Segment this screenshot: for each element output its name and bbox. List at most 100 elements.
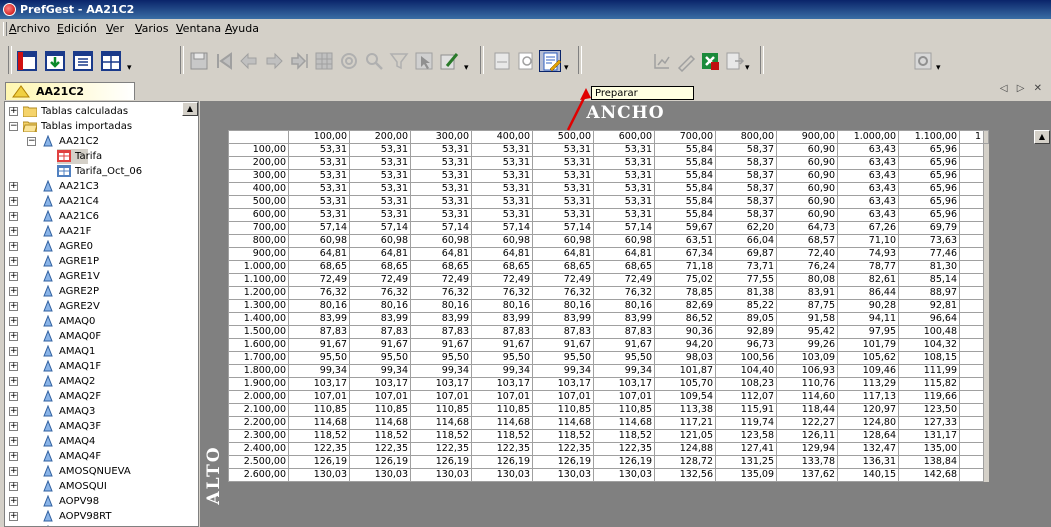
price-cell[interactable]: 87,83 <box>532 325 594 339</box>
price-cell[interactable]: 95,50 <box>288 351 350 365</box>
price-cell[interactable]: 123,58 <box>715 429 777 443</box>
price-cell[interactable]: 87,83 <box>410 325 472 339</box>
price-cell[interactable]: 99,34 <box>593 364 655 378</box>
dropdown-arrow[interactable]: ▾ <box>464 63 469 73</box>
expand-toggle-icon[interactable]: + <box>9 227 18 236</box>
price-cell[interactable]: 64,81 <box>471 247 533 261</box>
price-cell[interactable]: 60,98 <box>288 234 350 248</box>
price-cell[interactable]: 53,31 <box>593 195 655 209</box>
price-cell[interactable]: 110,85 <box>349 403 411 417</box>
price-cell[interactable]: 53,31 <box>410 208 472 222</box>
price-cell[interactable]: 55,84 <box>654 156 716 170</box>
excel-export-icon[interactable] <box>699 50 721 72</box>
price-cell[interactable]: 64,81 <box>593 247 655 261</box>
partial-cell[interactable] <box>959 247 984 261</box>
price-cell[interactable]: 67,26 <box>837 221 899 235</box>
price-cell[interactable]: 103,17 <box>532 377 594 391</box>
partial-cell[interactable] <box>959 299 984 313</box>
price-cell[interactable]: 78,85 <box>654 286 716 300</box>
price-cell[interactable]: 53,31 <box>471 195 533 209</box>
price-cell[interactable]: 103,17 <box>471 377 533 391</box>
expand-toggle-icon[interactable]: + <box>9 182 18 191</box>
partial-cell[interactable] <box>959 208 984 222</box>
dropdown-arrow[interactable]: ▾ <box>564 63 569 73</box>
price-cell[interactable]: 99,34 <box>410 364 472 378</box>
price-cell[interactable]: 131,17 <box>898 429 960 443</box>
price-cell[interactable]: 57,14 <box>593 221 655 235</box>
price-cell[interactable]: 110,85 <box>532 403 594 417</box>
price-cell[interactable]: 118,52 <box>532 429 594 443</box>
price-cell[interactable]: 53,31 <box>288 169 350 183</box>
import-icon[interactable] <box>44 50 66 72</box>
price-cell[interactable]: 53,31 <box>410 143 472 157</box>
price-cell[interactable]: 132,47 <box>837 442 899 456</box>
price-cell[interactable]: 103,17 <box>288 377 350 391</box>
price-cell[interactable]: 126,19 <box>471 455 533 469</box>
menu-varios[interactable]: Varios <box>135 19 168 39</box>
price-cell[interactable]: 63,43 <box>837 195 899 209</box>
price-cell[interactable]: 53,31 <box>532 195 594 209</box>
price-cell[interactable]: 107,01 <box>593 390 655 404</box>
price-cell[interactable]: 57,14 <box>288 221 350 235</box>
price-cell[interactable]: 110,85 <box>593 403 655 417</box>
price-cell[interactable]: 91,67 <box>349 338 411 352</box>
price-cell[interactable]: 53,31 <box>471 169 533 183</box>
price-cell[interactable]: 91,67 <box>532 338 594 352</box>
price-cell[interactable]: 60,98 <box>532 234 594 248</box>
price-cell[interactable]: 57,14 <box>410 221 472 235</box>
zoom-icon[interactable] <box>515 50 537 72</box>
price-cell[interactable]: 112,07 <box>715 390 777 404</box>
price-cell[interactable]: 136,31 <box>837 455 899 469</box>
price-cell[interactable]: 64,81 <box>349 247 411 261</box>
expand-toggle-icon[interactable]: + <box>9 302 18 311</box>
partial-cell[interactable] <box>959 390 984 404</box>
partial-cell[interactable] <box>959 429 984 443</box>
partial-cell[interactable] <box>959 351 984 365</box>
price-cell[interactable]: 130,03 <box>288 468 350 482</box>
price-cell[interactable]: 53,31 <box>532 182 594 196</box>
price-cell[interactable]: 66,04 <box>715 234 777 248</box>
price-cell[interactable]: 142,68 <box>898 468 960 482</box>
price-cell[interactable]: 53,31 <box>349 208 411 222</box>
price-cell[interactable]: 113,38 <box>654 403 716 417</box>
expand-toggle-icon[interactable]: + <box>9 452 18 461</box>
price-cell[interactable]: 126,19 <box>410 455 472 469</box>
price-cell[interactable]: 72,49 <box>532 273 594 287</box>
price-cell[interactable]: 59,67 <box>654 221 716 235</box>
partial-cell[interactable] <box>959 260 984 274</box>
price-cell[interactable]: 53,31 <box>471 143 533 157</box>
price-cell[interactable]: 68,65 <box>410 260 472 274</box>
price-cell[interactable]: 114,60 <box>776 390 838 404</box>
price-cell[interactable]: 69,79 <box>898 221 960 235</box>
price-cell[interactable]: 55,84 <box>654 182 716 196</box>
price-cell[interactable]: 58,37 <box>715 182 777 196</box>
partial-cell[interactable] <box>959 221 984 235</box>
price-cell[interactable]: 76,32 <box>349 286 411 300</box>
price-cell[interactable]: 73,63 <box>898 234 960 248</box>
price-cell[interactable]: 55,84 <box>654 143 716 157</box>
menu-ayuda[interactable]: Ayuda <box>225 19 259 39</box>
price-cell[interactable]: 74,93 <box>837 247 899 261</box>
last-record-icon[interactable] <box>288 50 310 72</box>
price-cell[interactable]: 115,91 <box>715 403 777 417</box>
price-cell[interactable]: 127,41 <box>715 442 777 456</box>
edit-icon[interactable] <box>438 50 460 72</box>
price-cell[interactable]: 97,95 <box>837 325 899 339</box>
partial-cell[interactable] <box>959 195 984 209</box>
price-cell[interactable]: 87,83 <box>349 325 411 339</box>
price-cell[interactable]: 53,31 <box>593 208 655 222</box>
price-cell[interactable]: 91,67 <box>410 338 472 352</box>
partial-cell[interactable] <box>959 182 984 196</box>
price-cell[interactable]: 128,72 <box>654 455 716 469</box>
price-cell[interactable]: 109,54 <box>654 390 716 404</box>
price-cell[interactable]: 60,90 <box>776 169 838 183</box>
price-cell[interactable]: 82,69 <box>654 299 716 313</box>
price-cell[interactable]: 53,31 <box>471 156 533 170</box>
price-cell[interactable]: 76,24 <box>776 260 838 274</box>
expand-toggle-icon[interactable]: + <box>9 407 18 416</box>
price-cell[interactable]: 140,15 <box>837 468 899 482</box>
price-cell[interactable]: 123,50 <box>898 403 960 417</box>
partial-cell[interactable] <box>959 169 984 183</box>
price-cell[interactable]: 130,03 <box>471 468 533 482</box>
price-cell[interactable]: 100,48 <box>898 325 960 339</box>
